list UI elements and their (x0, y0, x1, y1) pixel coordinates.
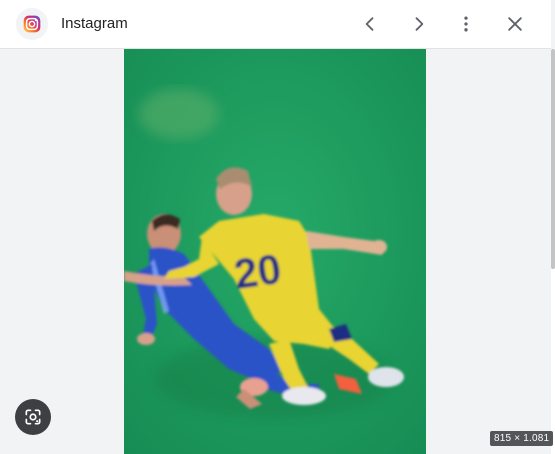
preview-image[interactable]: 20 (124, 49, 426, 454)
close-button[interactable] (499, 8, 531, 40)
previous-button[interactable] (354, 8, 386, 40)
jersey-number: 20 (231, 245, 284, 298)
source-title[interactable]: Instagram (61, 15, 128, 32)
google-lens-icon (25, 409, 41, 425)
chevron-right-icon (415, 17, 424, 31)
football-tackle-photo: 20 (124, 49, 426, 454)
more-vert-icon (464, 16, 468, 32)
next-button[interactable] (403, 8, 435, 40)
instagram-icon[interactable] (16, 8, 48, 40)
chevron-left-icon (365, 17, 374, 31)
google-lens-button[interactable] (15, 399, 51, 435)
viewer-header: Instagram (0, 0, 551, 49)
more-options-button[interactable] (450, 8, 482, 40)
close-icon (508, 17, 522, 31)
scrollbar-thumb[interactable] (551, 49, 555, 269)
instagram-logo-svg (23, 15, 41, 33)
image-dimensions-badge: 815 × 1.081 (490, 431, 554, 446)
